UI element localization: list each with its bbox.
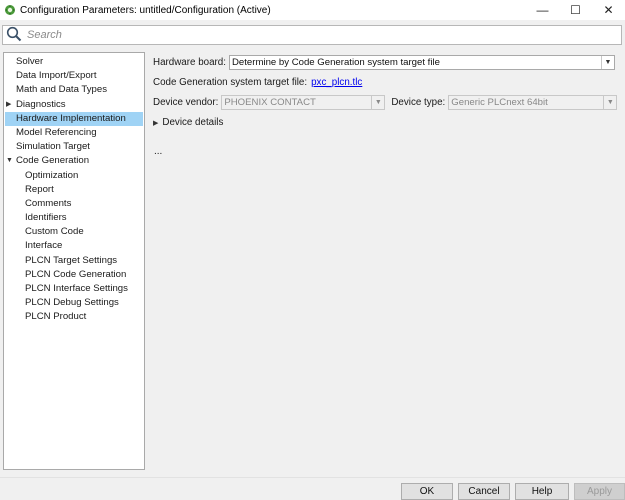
device-type-value: Generic PLCnext 64bit	[451, 97, 548, 108]
dialog-footer: OK Cancel Help Apply	[0, 477, 625, 500]
tree-item-label: Data Import/Export	[16, 70, 97, 82]
tree-item-diagnostics[interactable]: ▶ Diagnostics	[4, 98, 144, 112]
window-title: Configuration Parameters: untitled/Confi…	[20, 4, 271, 16]
hardware-board-value: Determine by Code Generation system targ…	[231, 57, 440, 68]
tree-item-math-and-data-types[interactable]: Math and Data Types	[4, 83, 144, 97]
tree-item-plcn-debug-settings[interactable]: PLCN Debug Settings	[4, 296, 144, 310]
tree-item-label: Solver	[16, 56, 44, 67]
tree-item-hardware-implementation[interactable]: Hardware Implementation	[5, 111, 143, 126]
tree-item-comments[interactable]: Comments	[4, 197, 144, 211]
tree-item-identifiers[interactable]: Identifiers	[4, 211, 144, 225]
tree-item-label: PLCN Interface Settings	[25, 283, 128, 294]
tree-item-label: Comments	[25, 197, 72, 209]
tree-item-label: Diagnostics	[16, 98, 66, 110]
device-vendor-label: Device vendor:	[153, 97, 219, 108]
search-bar	[2, 25, 622, 45]
tree-item-custom-code[interactable]: Custom Code	[4, 225, 144, 239]
tree-item-report[interactable]: Report	[4, 183, 144, 197]
tree-item-label: Simulation Target	[16, 141, 90, 153]
tree-item-optimization[interactable]: Optimization	[4, 169, 144, 183]
tree-item-label: Code Generation	[16, 155, 90, 167]
device-vendor-value: PHOENIX CONTACT	[224, 97, 316, 108]
chevron-down-icon[interactable]: ▼	[603, 96, 617, 109]
device-vendor-select[interactable]: PHOENIX CONTACT ▼	[221, 95, 386, 110]
apply-button[interactable]: Apply	[574, 483, 625, 500]
tree-item-label: Custom Code	[25, 226, 84, 238]
hardware-board-label: Hardware board:	[153, 57, 226, 68]
tree-item-label: PLCN Code Generation	[25, 268, 127, 280]
tree-item-data-import-export[interactable]: Data Import/Export	[4, 69, 144, 83]
tree-item-label: Optimization	[25, 169, 79, 181]
device-row: Device vendor: PHOENIX CONTACT ▼ Device …	[153, 95, 618, 110]
tree-item-plcn-product[interactable]: PLCN Product	[4, 310, 144, 324]
expand-arrow-icon: ▶	[153, 119, 159, 127]
tree-item-label: Report	[25, 183, 54, 195]
tree-item-label: Model Referencing	[16, 126, 97, 138]
ok-button[interactable]: OK	[401, 483, 453, 500]
window-controls: — ☐ ✕	[526, 0, 625, 20]
tree-item-code-generation[interactable]: ▼ Code Generation	[4, 154, 144, 168]
matlab-config-icon	[3, 3, 17, 17]
tree-item-interface[interactable]: Interface	[4, 239, 144, 253]
category-tree: Solver Data Import/Export Math and Data Ty…	[3, 52, 145, 470]
tree-item-label: Hardware Implementation	[16, 112, 126, 124]
hardware-board-row: Hardware board: Determine by Code Genera…	[153, 55, 615, 70]
tree-item-plcn-target-settings[interactable]: PLCN Target Settings	[4, 254, 144, 268]
tree-item-label: PLCN Target Settings	[25, 254, 118, 266]
tree-item-label: PLCN Debug Settings	[25, 297, 119, 309]
help-button[interactable]: Help	[515, 483, 569, 500]
search-icon	[6, 26, 24, 44]
target-file-label: Code Generation system target file:	[153, 77, 308, 88]
title-bar: Configuration Parameters: untitled/Confi…	[0, 0, 625, 20]
cancel-button[interactable]: Cancel	[458, 483, 510, 500]
ellipsis-text: ...	[154, 146, 163, 157]
tree-item-plcn-interface-settings[interactable]: PLCN Interface Settings	[4, 282, 144, 296]
search-input[interactable]	[27, 29, 607, 41]
tree-item-simulation-target[interactable]: Simulation Target	[4, 140, 144, 154]
hardware-board-select[interactable]: Determine by Code Generation system targ…	[228, 55, 615, 70]
target-file-link[interactable]: pxc_plcn.tlc	[311, 77, 362, 88]
device-details-label: Device details	[162, 117, 224, 128]
chevron-down-icon[interactable]: ▼	[371, 96, 385, 109]
tree-item-solver[interactable]: Solver	[4, 55, 144, 69]
minimize-button[interactable]: —	[526, 0, 559, 20]
device-details-toggle[interactable]: ▶ Device details	[153, 117, 223, 128]
chevron-down-icon[interactable]: ▼	[600, 56, 614, 69]
tree-item-label: PLCN Product	[25, 311, 87, 323]
device-type-select[interactable]: Generic PLCnext 64bit ▼	[448, 95, 618, 110]
maximize-button[interactable]: ☐	[559, 0, 592, 20]
expand-arrow-icon[interactable]: ▶	[6, 98, 14, 112]
device-type-label: Device type:	[391, 97, 446, 108]
target-file-row: Code Generation system target file: pxc_…	[153, 77, 362, 88]
tree-item-label: Interface	[25, 240, 63, 252]
tree-item-label: Math and Data Types	[16, 84, 108, 96]
close-button[interactable]: ✕	[592, 0, 625, 20]
tree-item-plcn-code-generation[interactable]: PLCN Code Generation	[4, 268, 144, 282]
tree-item-label: Identifiers	[25, 212, 67, 224]
tree-item-model-referencing[interactable]: Model Referencing	[4, 126, 144, 140]
collapse-arrow-icon[interactable]: ▼	[6, 154, 14, 168]
